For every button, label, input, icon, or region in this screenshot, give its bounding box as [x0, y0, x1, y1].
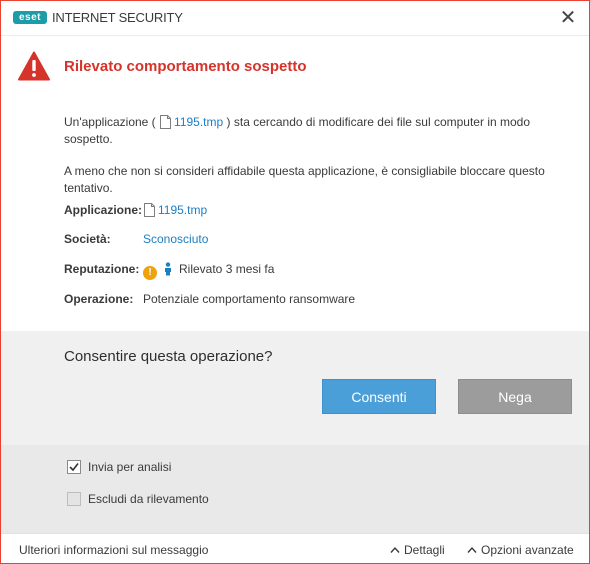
action-question: Consentire questa operazione?: [64, 348, 273, 365]
advanced-options-toggle[interactable]: Opzioni avanzate: [467, 543, 574, 557]
operation-label: Operazione:: [64, 292, 134, 306]
more-info-link[interactable]: Ulteriori informazioni sul messaggio: [19, 543, 208, 557]
company-label: Società:: [64, 232, 111, 246]
options-panel: Invia per analisi Escludi da rilevamento: [1, 445, 589, 533]
description-paragraph-2: A meno che non si consideri affidabile q…: [64, 164, 545, 195]
reputation-label: Reputazione:: [64, 262, 140, 276]
description-paragraph-1: Un'applicazione ( 1195.tmp ) sta cercand…: [64, 114, 554, 148]
eset-alert-window: eset INTERNET SECURITY ✕ Rilevato compor…: [0, 0, 590, 564]
reputation-text: Rilevato 3 mesi fa: [179, 262, 275, 276]
reputation-value: ! Rilevato 3 mesi fa: [143, 262, 274, 280]
deny-button[interactable]: Nega: [458, 379, 572, 414]
company-value-link[interactable]: Sconosciuto: [143, 232, 208, 246]
close-button[interactable]: ✕: [555, 5, 581, 31]
exclude-from-detection-checkbox[interactable]: [67, 492, 81, 506]
warning-triangle-icon: [18, 51, 50, 81]
submit-for-analysis-label: Invia per analisi: [88, 460, 172, 474]
chevron-up-icon: [467, 546, 477, 553]
advanced-options-label: Opzioni avanzate: [481, 543, 574, 557]
details-label: Dettagli: [404, 543, 445, 557]
submit-for-analysis-checkbox[interactable]: [67, 460, 81, 474]
application-label: Applicazione:: [64, 203, 143, 217]
exclude-from-detection-label: Escludi da rilevamento: [88, 492, 209, 506]
title-bar: eset INTERNET SECURITY ✕: [1, 1, 589, 36]
action-panel: Consentire questa operazione? Consenti N…: [1, 331, 589, 445]
footer-bar: Ulteriori informazioni sul messaggio Det…: [1, 533, 589, 563]
operation-value: Potenziale comportamento ransomware: [143, 292, 356, 306]
chevron-up-icon: [390, 546, 400, 553]
reputation-warning-icon: !: [143, 266, 157, 280]
description-prefix: Un'applicazione (: [64, 115, 156, 129]
alert-title: Rilevato comportamento sospetto: [64, 58, 307, 75]
alert-header: Rilevato comportamento sospetto: [1, 36, 589, 96]
application-value: 1195.tmp: [143, 203, 207, 217]
file-icon: [160, 115, 172, 129]
eset-logo: eset: [13, 11, 47, 24]
file-icon: [144, 203, 155, 217]
application-file-link[interactable]: 1195.tmp: [158, 203, 207, 217]
details-toggle[interactable]: Dettagli: [390, 543, 445, 557]
checkmark-icon: [69, 463, 79, 472]
description-file-link[interactable]: 1195.tmp: [174, 115, 223, 129]
product-name: INTERNET SECURITY: [52, 10, 183, 25]
allow-button[interactable]: Consenti: [322, 379, 436, 414]
user-count-icon: [165, 262, 171, 276]
